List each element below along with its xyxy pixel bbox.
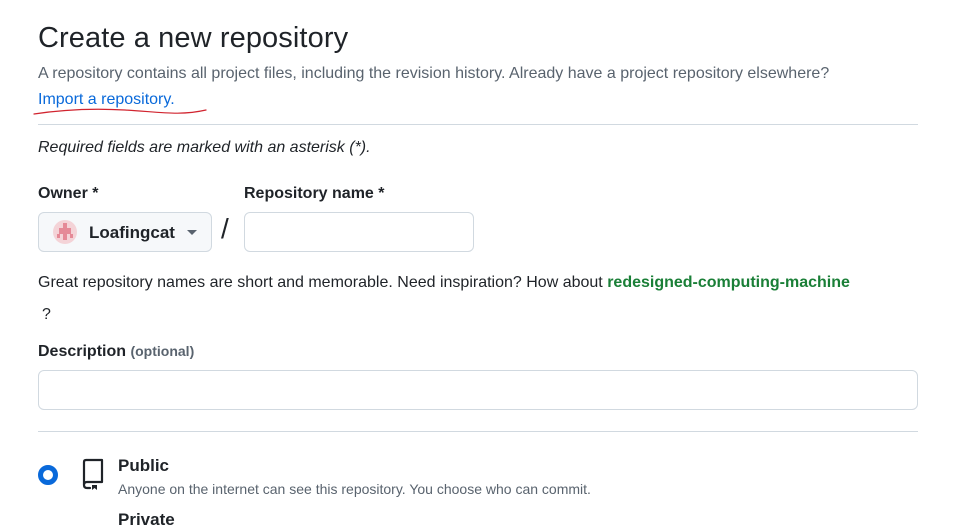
header-divider [38,124,918,125]
repo-icon [82,458,104,490]
owner-dropdown[interactable]: Loafingcat [38,212,212,252]
description-label: Description [38,343,127,360]
repository-name-label: Repository name * [244,185,385,202]
required-fields-note: Required fields are marked with an aster… [38,139,371,156]
repository-name-input[interactable] [244,212,474,252]
identicon-icon [57,223,73,240]
page-title: Create a new repository [38,22,349,54]
owner-repo-separator: / [221,213,229,244]
name-hint: Great repository names are short and mem… [38,274,850,292]
annotation-underline [33,108,207,115]
visibility-divider [38,431,918,432]
description-label-row: Description (optional) [38,343,194,361]
public-radio[interactable] [38,465,58,485]
name-hint-end: ? [42,306,51,323]
public-description: Anyone on the internet can see this repo… [118,481,591,497]
description-input[interactable] [38,370,918,410]
name-hint-text: Great repository names are short and mem… [38,274,603,291]
public-label: Public [118,456,170,475]
name-suggestion[interactable]: redesigned-computing-machine [607,274,850,291]
optional-tag: (optional) [130,343,195,359]
owner-name: Loafingcat [89,223,175,242]
private-label: Private [118,510,175,529]
page-subtitle: A repository contains all project files,… [38,65,830,82]
caret-down-icon [187,230,197,235]
owner-label: Owner * [38,185,99,202]
owner-avatar [53,220,77,244]
